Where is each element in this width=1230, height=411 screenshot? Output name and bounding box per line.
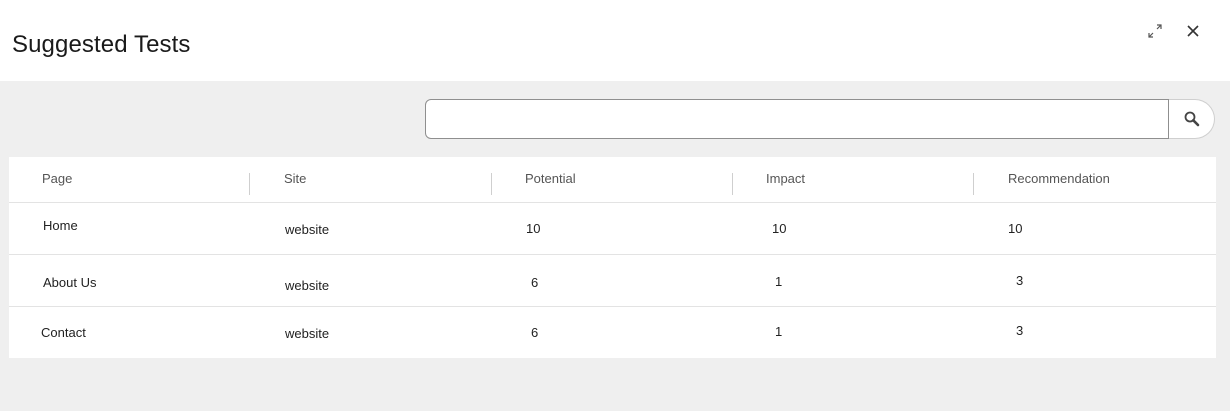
search-icon: [1184, 111, 1199, 127]
cell-page: About Us: [43, 275, 97, 290]
column-header-recommendation[interactable]: Recommendation: [1008, 171, 1110, 186]
cell-site: website: [285, 222, 330, 237]
cell-recommendation: 10: [1008, 221, 1023, 236]
close-button[interactable]: [1182, 20, 1204, 42]
close-icon: [1187, 25, 1199, 37]
cell-potential: 6: [531, 275, 539, 290]
column-divider: [732, 173, 733, 195]
table-header: Page Site Potential Impact Recommendatio…: [9, 157, 1216, 203]
column-header-page[interactable]: Page: [42, 171, 72, 186]
dialog-title: Suggested Tests: [12, 31, 191, 58]
cell-impact: 10: [772, 221, 787, 236]
column-header-potential[interactable]: Potential: [525, 171, 576, 186]
dialog-body: Page Site Potential Impact Recommendatio…: [0, 81, 1230, 411]
column-header-site[interactable]: Site: [284, 171, 306, 186]
cell-page: Contact: [41, 325, 86, 340]
column-divider: [249, 173, 250, 195]
cell-site: website: [285, 278, 330, 293]
search-button[interactable]: [1169, 99, 1215, 139]
cell-potential: 6: [531, 325, 539, 340]
column-header-impact[interactable]: Impact: [766, 171, 805, 186]
cell-page: Home: [43, 218, 78, 233]
cell-site: website: [285, 326, 330, 341]
cell-impact: 1: [775, 324, 783, 339]
search-input[interactable]: [425, 99, 1169, 139]
expand-icon: [1148, 24, 1162, 38]
table-row[interactable]: About Us website 6 1 3: [9, 254, 1216, 307]
search-bar: [425, 99, 1215, 139]
column-divider: [491, 173, 492, 195]
cell-recommendation: 3: [1016, 323, 1024, 338]
cell-recommendation: 3: [1016, 273, 1024, 288]
column-divider: [973, 173, 974, 195]
dialog-header: Suggested Tests: [0, 0, 1230, 81]
expand-button[interactable]: [1144, 20, 1166, 42]
table-row[interactable]: Home website 10 10 10: [9, 202, 1216, 255]
table-row[interactable]: Contact website 6 1 3: [9, 306, 1216, 357]
cell-impact: 1: [775, 274, 783, 289]
suggested-tests-table: Page Site Potential Impact Recommendatio…: [9, 157, 1216, 358]
cell-potential: 10: [526, 221, 541, 236]
